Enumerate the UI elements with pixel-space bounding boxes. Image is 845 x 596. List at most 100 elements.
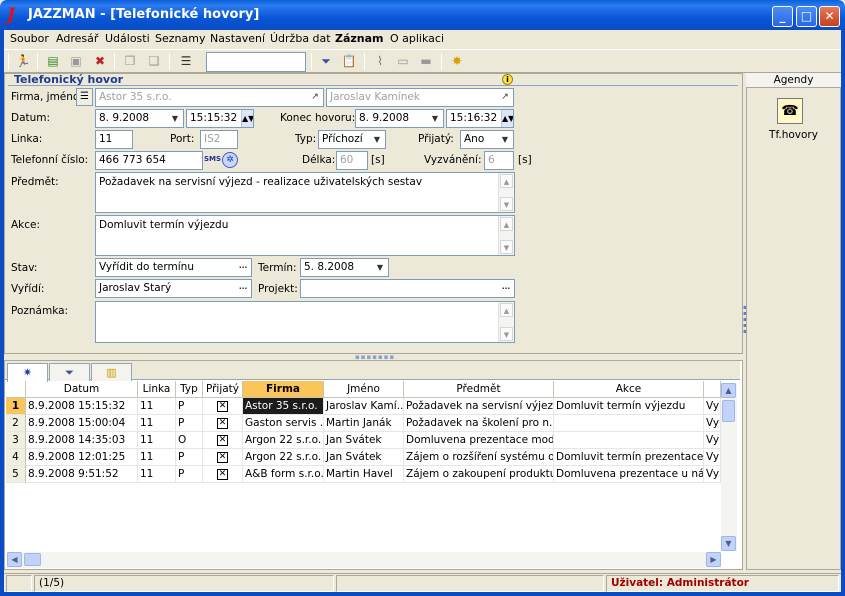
projekt-ellipsis-icon[interactable]: ⋯ [499,281,513,296]
address-book-icon[interactable]: ☰ [76,88,93,106]
port-input[interactable]: IS2 [200,130,238,149]
cell-prijaty[interactable]: ✕ [203,415,243,432]
menu-udalosti[interactable]: Události [105,32,150,45]
cell-typ[interactable]: P [176,466,203,483]
attachment-icon[interactable]: ⌇ [370,52,390,71]
cell-n[interactable]: 3 [6,432,26,449]
table-row[interactable]: 4 8.9.2008 12:01:25 11 P ✕ Argon 22 s.r.o. Jan… [6,449,721,466]
vyridi-select[interactable]: Jaroslav Starý ⋯ [95,279,252,298]
cell-linka[interactable]: 11 [138,415,176,432]
clipboard-icon[interactable]: 📋 [339,52,359,71]
cell-datum[interactable]: 8.9.2008 15:00:04 [26,415,138,432]
col-akce[interactable]: Akce [554,381,704,398]
konec-datum-input[interactable]: 8. 9.2008 ▼ [355,109,444,128]
tab-filter-icon[interactable]: ⏷ [49,363,90,381]
datum-dropdown-icon[interactable]: ▼ [168,111,182,126]
jmeno-input[interactable]: Jaroslav Kamínek ↗ [326,88,514,107]
cell-typ[interactable]: P [176,449,203,466]
menu-nastaveni[interactable]: Nastavení [210,32,265,45]
cas-spinner-icon[interactable]: ▲▼ [241,110,253,127]
filter-icon[interactable]: ⏷ [316,52,336,71]
stav-select[interactable]: Vyřídit do termínu ⋯ [95,258,252,277]
menu-adresar[interactable]: Adresář [56,32,98,45]
cell-prijaty[interactable]: ✕ [203,449,243,466]
cell-extra[interactable]: Vyř [704,466,721,483]
scroll-up-icon[interactable]: ▲ [500,303,513,317]
col-prijaty[interactable]: Přijatý [203,381,243,398]
akce-textarea[interactable]: Domluvit termín výjezdu ▲ ▼ [95,215,515,256]
predmet-textarea[interactable]: Požadavek na servisní výjezd - realizace… [95,172,515,213]
forward-icon[interactable]: ▬ [416,52,436,71]
cell-extra[interactable]: Vyř [704,432,721,449]
tab-notes-icon[interactable]: ▥ [91,363,132,381]
linka-input[interactable]: 11 [95,130,133,149]
checkbox[interactable]: ✕ [217,400,228,412]
col-firma[interactable]: Firma [243,381,324,398]
projekt-select[interactable]: ⋯ [300,279,515,298]
cell-predmet[interactable]: Domluvena prezentace mod... [404,432,554,449]
scroll-down-icon[interactable]: ▼ [500,240,513,254]
checkbox[interactable]: ✕ [217,468,228,480]
akce-scrollbar[interactable]: ▲ ▼ [498,216,514,255]
copy-icon[interactable]: ❐ [120,52,140,71]
prijaty-dropdown-icon[interactable]: ▼ [498,132,512,147]
menu-soubor[interactable]: Soubor [10,32,49,45]
list-icon[interactable]: ☰ [176,52,196,71]
table-row[interactable]: 2 8.9.2008 15:00:04 11 P ✕ Gaston servis ... M… [6,415,721,432]
stav-ellipsis-icon[interactable]: ⋯ [236,260,250,275]
grid-horizontal-scrollbar[interactable]: ◀ ▶ [7,552,721,568]
cell-linka[interactable]: 11 [138,398,176,415]
cell-jmeno[interactable]: Martin Havel [324,466,404,483]
cell-prijaty[interactable]: ✕ [203,466,243,483]
menu-udrzba-dat[interactable]: Údržba dat [270,32,331,45]
cell-linka[interactable]: 11 [138,449,176,466]
table-row[interactable]: 5 8.9.2008 9:51:52 11 P ✕ A&B form s.r.o. Mart… [6,466,721,483]
grid-vertical-scrollbar[interactable]: ▲ ▼ [721,383,737,551]
cell-datum[interactable]: 8.9.2008 9:51:52 [26,466,138,483]
cell-typ[interactable]: P [176,415,203,432]
checkbox[interactable]: ✕ [217,434,228,446]
termin-dropdown-icon[interactable]: ▼ [373,260,387,275]
col-predmet[interactable]: Předmět [404,381,554,398]
konec-cas-input[interactable]: 15:16:32 ▲▼ [446,109,514,128]
cell-n[interactable]: 4 [6,449,26,466]
col-extra[interactable] [704,381,721,398]
cas-input[interactable]: 15:15:32 ▲▼ [186,109,254,128]
cell-n[interactable]: 5 [6,466,26,483]
konec-cas-spinner-icon[interactable]: ▲▼ [501,110,513,127]
phone-calls-icon[interactable]: ☎ [777,98,803,124]
cell-extra[interactable]: Vyř [704,449,721,466]
cell-predmet[interactable]: Zájem o zakoupení produktu... [404,466,554,483]
scroll-down-icon[interactable]: ▼ [500,327,513,341]
menu-seznamy[interactable]: Seznamy [155,32,205,45]
cell-jmeno[interactable]: Jan Svátek [324,432,404,449]
tab-all[interactable]: ✷ [7,363,48,382]
sms-icon[interactable]: SMS [204,155,221,163]
firma-input[interactable]: Astor 35 s.r.o. ↗ [95,88,324,107]
cell-firma[interactable]: Argon 22 s.r.o. [243,449,324,466]
checkbox[interactable]: ✕ [217,451,228,463]
cell-prijaty[interactable]: ✕ [203,432,243,449]
predmet-scrollbar[interactable]: ▲ ▼ [498,173,514,212]
jmeno-link-icon[interactable]: ↗ [498,90,512,105]
cell-typ[interactable]: O [176,432,203,449]
table-row[interactable]: 1 8.9.2008 15:15:32 11 P ✕ Astor 35 s.r.o. Jar… [6,398,721,415]
vyridi-ellipsis-icon[interactable]: ⋯ [236,281,250,296]
cell-jmeno[interactable]: Jan Svátek [324,449,404,466]
cell-jmeno[interactable]: Jaroslav Kamí... [324,398,404,415]
delete-icon[interactable]: ✖ [90,52,110,71]
scroll-thumb[interactable] [722,400,735,422]
cell-predmet[interactable]: Požadavek na servisní výjez... [404,398,554,415]
col-datum[interactable]: Datum [26,381,138,398]
cell-datum[interactable]: 8.9.2008 15:15:32 [26,398,138,415]
cell-linka[interactable]: 11 [138,432,176,449]
cell-extra[interactable]: Vyř [704,398,721,415]
cell-firma[interactable]: A&B form s.r.o. [243,466,324,483]
info-icon[interactable]: i [502,74,513,85]
delka-input[interactable]: 60 [336,151,368,170]
cell-datum[interactable]: 8.9.2008 12:01:25 [26,449,138,466]
cell-extra[interactable]: Vyř [704,415,721,432]
firma-link-icon[interactable]: ↗ [308,90,322,105]
paste-icon[interactable]: ❑ [144,52,164,71]
scroll-down-icon[interactable]: ▼ [721,536,736,551]
